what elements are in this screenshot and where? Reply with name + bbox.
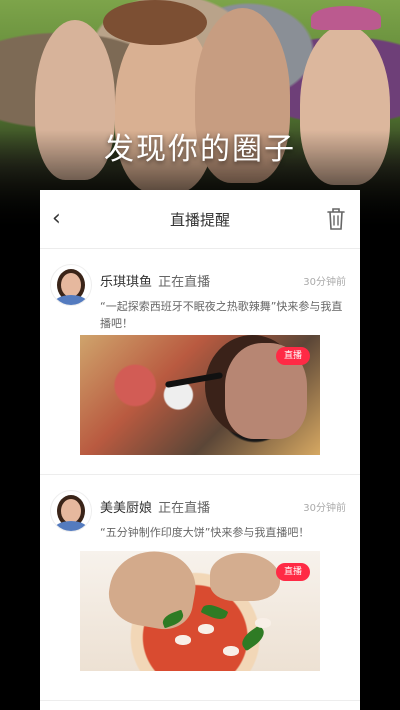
live-thumbnail[interactable]: 直播 [80, 335, 320, 455]
hand-right [210, 553, 280, 601]
live-post[interactable]: 美美厨娘 正在直播 30分钟前 “五分钟制作印度大饼”快来参与我直播吧！ 直播 [40, 475, 360, 701]
live-post[interactable]: 乐琪琪鱼 正在直播 30分钟前 “一起探索西班牙不眠夜之热歌辣舞”快来参与我直播… [40, 249, 360, 475]
basil-leaf [200, 601, 229, 623]
page-title: 直播提醒 [169, 210, 230, 229]
timestamp: 30分钟前 [303, 503, 346, 514]
back-icon[interactable]: ‹ [52, 207, 80, 231]
cheese-piece [255, 618, 271, 628]
basil-leaf [238, 624, 268, 652]
live-status: 正在直播 [158, 275, 211, 290]
post-message: “一起探索西班牙不眠夜之热歌辣舞”快来参与我直播吧！ [100, 300, 343, 330]
live-status: 正在直播 [158, 501, 211, 516]
post-message: “五分钟制作印度大饼”快来参与我直播吧！ [100, 526, 310, 539]
hand-left [104, 551, 201, 634]
avatar[interactable] [50, 490, 92, 532]
avatar[interactable] [50, 264, 92, 306]
timestamp: 30分钟前 [303, 277, 346, 288]
cheese-piece [175, 635, 191, 645]
live-thumbnail[interactable]: 直播 [80, 551, 320, 671]
cheese-piece [198, 624, 214, 634]
live-badge: 直播 [276, 563, 310, 581]
beret-decor [311, 6, 381, 30]
user-line: 乐琪琪鱼 正在直播 [100, 271, 210, 290]
live-reminder-panel: ‹ 直播提醒 乐琪琪鱼 正在直播 30分钟前 “一起探索西班牙不眠夜之热歌辣舞”… [40, 190, 360, 710]
trash-icon[interactable] [324, 206, 348, 232]
user-name[interactable]: 乐琪琪鱼 [100, 275, 152, 290]
hero-title: 发现你的圈子 [104, 132, 296, 167]
cheese-piece [223, 646, 239, 656]
user-line: 美美厨娘 正在直播 [100, 497, 210, 516]
user-name[interactable]: 美美厨娘 [100, 501, 152, 516]
hat-decor [103, 0, 207, 45]
live-badge: 直播 [276, 347, 310, 365]
top-bar: ‹ 直播提醒 [40, 190, 360, 249]
